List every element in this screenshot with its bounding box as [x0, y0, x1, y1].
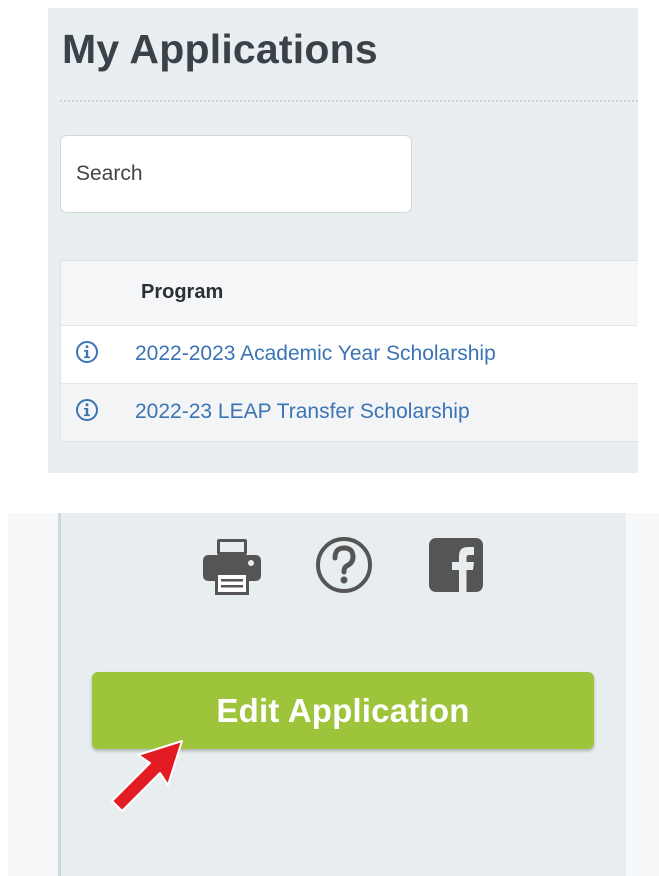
edit-application-panel: Edit Application	[8, 513, 659, 876]
table-row: 2022-23 LEAP Transfer Scholarship	[61, 383, 638, 441]
column-header-program: Program	[141, 281, 224, 303]
table-row: 2022-2023 Academic Year Scholarship	[61, 325, 638, 383]
title-divider	[60, 100, 638, 102]
my-applications-panel: My Applications Program 2022-2023 Academ…	[48, 8, 638, 473]
page-title: My Applications	[62, 26, 378, 72]
red-arrow-pointer	[111, 740, 183, 812]
applications-table: Program 2022-2023 Academic Year Scholars…	[60, 260, 638, 442]
printer-icon[interactable]	[201, 537, 263, 597]
table-header: Program	[61, 261, 638, 325]
facebook-icon[interactable]	[429, 538, 483, 592]
search-input[interactable]	[60, 135, 412, 213]
info-icon[interactable]	[75, 340, 99, 364]
program-link[interactable]: 2022-23 LEAP Transfer Scholarship	[135, 400, 470, 424]
info-icon[interactable]	[75, 398, 99, 422]
program-link[interactable]: 2022-2023 Academic Year Scholarship	[135, 342, 496, 366]
help-icon[interactable]	[314, 535, 374, 595]
